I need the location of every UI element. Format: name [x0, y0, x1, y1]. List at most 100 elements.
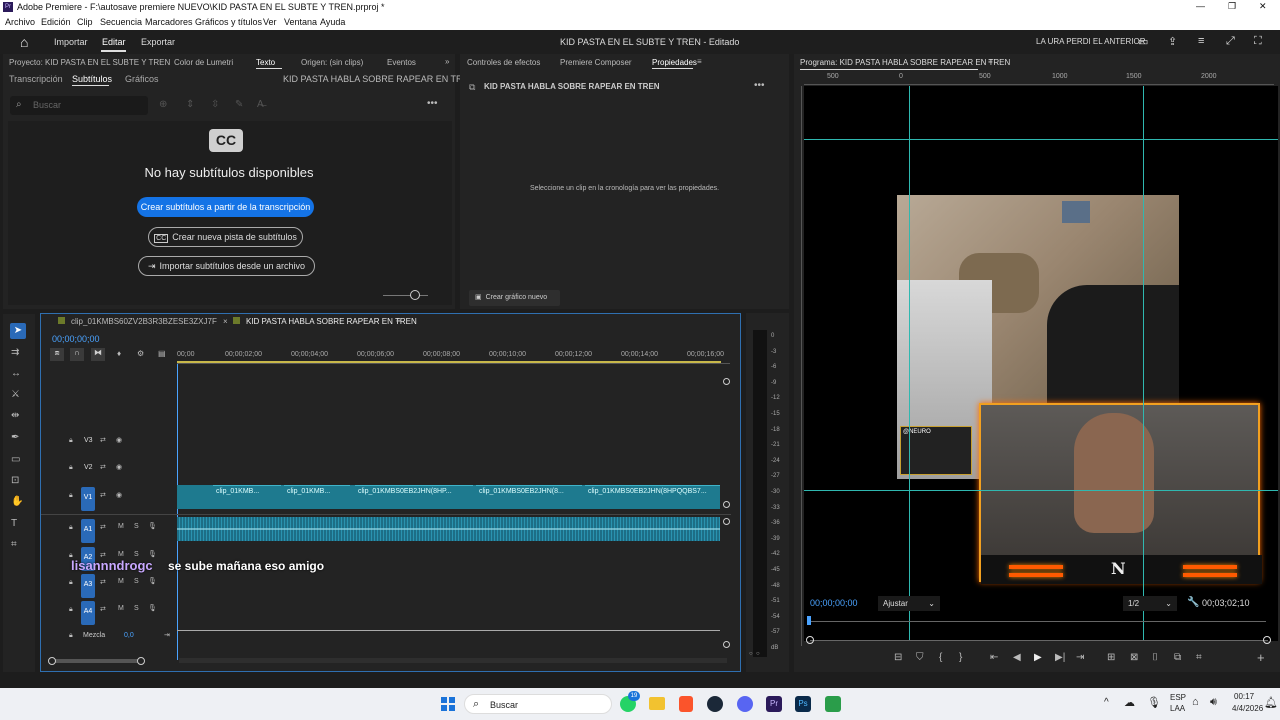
zoom-scroll-handle-left[interactable]: [806, 636, 814, 644]
solo-icon[interactable]: S: [134, 551, 139, 558]
mix-end-icon[interactable]: ⇥: [164, 631, 170, 639]
compare-icon[interactable]: ⧉: [1174, 652, 1181, 663]
mark-out-icon[interactable]: }: [959, 652, 962, 663]
track-target-a1[interactable]: A1: [81, 519, 95, 543]
v1-clip[interactable]: clip_01KMB...: [284, 485, 350, 509]
scroll-handle[interactable]: [723, 501, 730, 508]
search-input[interactable]: Buscar: [33, 100, 61, 110]
network-icon[interactable]: ⌂: [1192, 696, 1199, 708]
v1-clip[interactable]: clip_01KMBS0EB2JHN(8HP...: [355, 485, 473, 509]
solo-icon[interactable]: S: [134, 523, 139, 530]
nest-icon[interactable]: ⧈: [50, 348, 64, 361]
file-explorer-icon[interactable]: [649, 697, 665, 710]
panel-menu-icon[interactable]: ≡: [988, 57, 993, 66]
minimize-button[interactable]: —: [1196, 1, 1205, 11]
timeline-playhead[interactable]: [177, 364, 178, 660]
camera-icon[interactable]: ⌷: [1152, 652, 1158, 663]
frame-icon[interactable]: ⊡: [11, 475, 19, 486]
lock-icon[interactable]: 🔒︎: [69, 524, 73, 532]
sync-icon[interactable]: ⇄: [100, 436, 106, 444]
align-icon[interactable]: ⇕: [186, 99, 194, 110]
more-options-icon[interactable]: •••: [754, 80, 765, 91]
share-icon[interactable]: ⇪: [1168, 35, 1177, 48]
subtab-transcripcion[interactable]: Transcripción: [9, 74, 63, 84]
mark-in-icon[interactable]: {: [939, 652, 942, 663]
add-button-icon[interactable]: +: [1257, 650, 1265, 665]
steam-icon[interactable]: [707, 696, 723, 712]
meter-solo-icon[interactable]: ○: [756, 651, 760, 657]
mix-value[interactable]: 0,0: [124, 632, 134, 639]
photoshop-icon[interactable]: Ps: [795, 696, 811, 712]
program-timecode[interactable]: 00;00;00;00: [810, 598, 858, 608]
scroll-handle[interactable]: [723, 641, 730, 648]
maximize-button[interactable]: ❐: [1228, 1, 1236, 12]
step-back-icon[interactable]: ◀: [1013, 652, 1021, 663]
marker-icon[interactable]: ⛉: [916, 652, 924, 663]
clock-time[interactable]: 00:17: [1234, 692, 1254, 701]
tab-texto[interactable]: Texto: [256, 58, 275, 67]
zoom-scroll-track[interactable]: [810, 640, 1268, 641]
sync-icon[interactable]: ⇄: [100, 463, 106, 471]
tab-origen[interactable]: Origen: (sin clips): [301, 58, 363, 67]
v1-clip[interactable]: clip_01KMBS0EB2JHN(8HPQQBS7...: [585, 485, 720, 509]
more-options-icon[interactable]: •••: [427, 98, 438, 109]
snap-icon[interactable]: ∩: [70, 348, 84, 361]
track-target-v1[interactable]: V1: [81, 487, 95, 511]
tab-eventos[interactable]: Eventos: [387, 58, 416, 67]
close-tab-icon[interactable]: ×: [223, 317, 228, 326]
timeline-zoom-handle-left[interactable]: [48, 657, 56, 665]
sync-icon[interactable]: ⇄: [100, 578, 106, 586]
subtab-subtitulos[interactable]: Subtítulos: [72, 74, 112, 84]
track-target-a4[interactable]: A4: [81, 601, 95, 625]
program-scrubber-track[interactable]: [810, 621, 1266, 622]
wrench-icon[interactable]: 🔧: [1187, 597, 1199, 608]
slip-icon[interactable]: ⇹: [11, 410, 19, 421]
track-target-a3[interactable]: A3: [81, 574, 95, 598]
eye-icon[interactable]: ◉: [116, 463, 122, 471]
timeline-h-scroll[interactable]: [179, 658, 727, 663]
volume-icon[interactable]: 🔊︎: [1210, 696, 1217, 709]
panel-menu-icon[interactable]: ≡: [396, 316, 401, 325]
expand-icon[interactable]: ⤢: [1226, 35, 1235, 48]
video-canvas[interactable]: @NEURO N: [804, 86, 1278, 641]
track-select-icon[interactable]: ⇉: [11, 347, 19, 358]
keyboard-layout[interactable]: LAA: [1170, 704, 1185, 713]
selection-tool-icon[interactable]: ➤: [10, 323, 26, 339]
linked-selection-icon[interactable]: ⧓: [91, 348, 105, 361]
tab-propiedades[interactable]: Propiedades: [652, 58, 697, 67]
tab-project[interactable]: Proyecto: KID PASTA EN EL SUBTE Y TREN: [9, 58, 170, 67]
lift-icon[interactable]: ⊟: [894, 652, 902, 663]
chevron-up-icon[interactable]: ^: [1104, 697, 1109, 708]
translate-icon[interactable]: A̶: [257, 99, 264, 110]
premiere-taskbar-icon[interactable]: Pr: [766, 696, 782, 712]
mic-icon[interactable]: 🎙︎: [148, 604, 157, 612]
eye-icon[interactable]: ◉: [116, 436, 122, 444]
home-icon[interactable]: ⌂: [20, 34, 28, 50]
trim-icon[interactable]: ⌗: [1196, 652, 1202, 663]
menu-icon[interactable]: ≡: [1198, 35, 1204, 47]
menu-secuencia[interactable]: Secuencia: [100, 17, 142, 27]
panel-icon[interactable]: ▭: [1138, 35, 1148, 48]
mic-tray-icon[interactable]: 🎙︎: [1147, 696, 1161, 709]
hand-icon[interactable]: ✋: [11, 496, 23, 507]
close-button[interactable]: ✕: [1259, 1, 1267, 12]
lock-icon[interactable]: 🔒︎: [69, 492, 73, 500]
mic-icon[interactable]: 🎙︎: [148, 550, 157, 558]
sync-icon[interactable]: ⇄: [100, 491, 106, 499]
taskbar-search-input[interactable]: Buscar: [490, 700, 518, 710]
ripple-edit-icon[interactable]: ↔: [11, 368, 21, 379]
solo-icon[interactable]: S: [134, 605, 139, 612]
mute-icon[interactable]: M: [118, 605, 124, 612]
language-code[interactable]: ESP: [1170, 693, 1186, 702]
menu-marcadores[interactable]: Marcadores: [145, 17, 193, 27]
more-tabs-icon[interactable]: »: [445, 57, 449, 66]
add-marker-icon[interactable]: ♦: [117, 349, 121, 358]
taskbar-search[interactable]: ⌕ Buscar: [464, 694, 612, 714]
timeline-tab-clip[interactable]: clip_01KMBS60ZV2B3R3BZESE3ZXJ7F: [71, 317, 217, 326]
tab-importar[interactable]: Importar: [54, 37, 88, 47]
a1-audio-clip[interactable]: [177, 517, 720, 541]
menu-graficos[interactable]: Gráficos y títulos: [195, 17, 262, 27]
scroll-handle[interactable]: [723, 518, 730, 525]
create-captions-button[interactable]: Crear subtítulos a partir de la transcri…: [137, 197, 314, 217]
panel-menu-icon[interactable]: ≡: [697, 57, 702, 66]
